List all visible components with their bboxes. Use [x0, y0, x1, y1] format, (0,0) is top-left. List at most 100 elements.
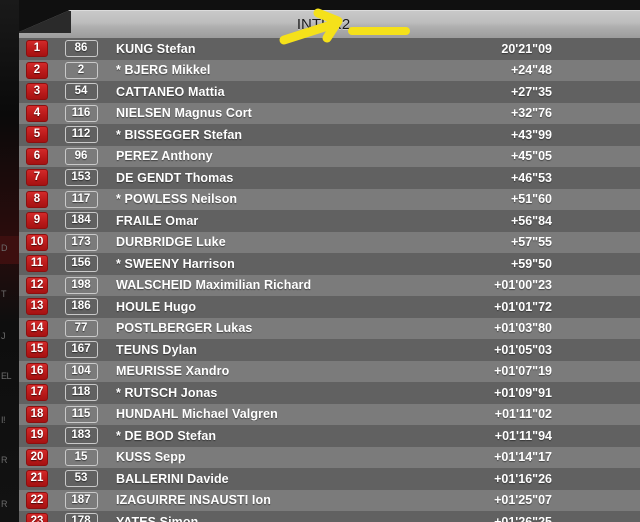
rider-time: +01'09"91 [494, 385, 552, 400]
table-row[interactable]: 13 186 HOULE Hugo +01'01"72 [19, 296, 640, 318]
rank-badge: 5 [26, 126, 48, 144]
table-row[interactable]: 8 117 * POWLESS Neilson +51"60 [19, 188, 640, 210]
rank-badge: 11 [26, 255, 48, 273]
bib-cell: 53 [55, 470, 107, 488]
table-row[interactable]: 5 112 * BISSEGGER Stefan +43"99 [19, 124, 640, 146]
table-row[interactable]: 6 96 PEREZ Anthony +45"05 [19, 145, 640, 167]
bib-cell: 54 [55, 83, 107, 101]
table-row[interactable]: 2 2 * BJERG Mikkel +24"48 [19, 59, 640, 81]
bib-cell: 184 [55, 212, 107, 230]
bib-cell: 167 [55, 341, 107, 359]
rank-badge: 16 [26, 362, 48, 380]
bib-cell: 77 [55, 319, 107, 337]
table-row[interactable]: 3 54 CATTANEO Mattia +27"35 [19, 81, 640, 103]
rank-cell: 11 [19, 255, 55, 273]
table-row[interactable]: 19 183 * DE BOD Stefan +01'11"94 [19, 425, 640, 447]
table-row[interactable]: 15 167 TEUNS Dylan +01'05"03 [19, 339, 640, 361]
rider-name: * DE BOD Stefan [116, 428, 217, 443]
rank-badge: 4 [26, 104, 48, 122]
bib-cell: 117 [55, 190, 107, 208]
rank-badge: 7 [26, 169, 48, 187]
bib-badge: 15 [64, 448, 98, 466]
background-text-fragment: R [1, 456, 8, 465]
bib-cell: 2 [55, 61, 107, 79]
rider-name: BALLERINI Davide [116, 471, 229, 486]
table-row[interactable]: 14 77 POSTLBERGER Lukas +01'03"80 [19, 317, 640, 339]
bib-cell: 198 [55, 276, 107, 294]
rider-name: NIELSEN Magnus Cort [116, 106, 252, 121]
bib-cell: 115 [55, 405, 107, 423]
table-row[interactable]: 21 53 BALLERINI Davide +01'16"26 [19, 468, 640, 490]
rank-cell: 14 [19, 319, 55, 337]
bib-cell: 118 [55, 384, 107, 402]
rider-time: +01'05"03 [494, 342, 552, 357]
rider-name: TEUNS Dylan [116, 342, 197, 357]
background-text-fragment: EL [1, 372, 12, 381]
table-row[interactable]: 10 173 DURBRIDGE Luke +57"55 [19, 231, 640, 253]
rider-name: * SWEENY Harrison [116, 256, 235, 271]
rank-cell: 7 [19, 169, 55, 187]
table-row[interactable]: 9 184 FRAILE Omar +56"84 [19, 210, 640, 232]
rider-name: * BJERG Mikkel [116, 63, 211, 78]
rider-name: CATTANEO Mattia [116, 84, 225, 99]
bib-cell: 116 [55, 104, 107, 122]
rider-time: +27"35 [510, 84, 552, 99]
table-row[interactable]: 7 153 DE GENDT Thomas +46"53 [19, 167, 640, 189]
table-row[interactable]: 20 15 KUSS Sepp +01'14"17 [19, 446, 640, 468]
rider-time: +01'07"19 [494, 364, 552, 379]
table-row[interactable]: 11 156 * SWEENY Harrison +59"50 [19, 253, 640, 275]
rank-cell: 23 [19, 513, 55, 522]
rank-cell: 4 [19, 104, 55, 122]
rank-cell: 3 [19, 83, 55, 101]
rank-cell: 16 [19, 362, 55, 380]
table-row[interactable]: 12 198 WALSCHEID Maximilian Richard +01'00"… [19, 274, 640, 296]
table-row[interactable]: 22 187 IZAGUIRRE INSAUSTI Ion +01'25"07 [19, 489, 640, 511]
background-text-fragment: D [1, 244, 8, 253]
rank-badge: 19 [26, 427, 48, 445]
table-row[interactable]: 1 86 KUNG Stefan 20'21"09 [19, 38, 640, 60]
rank-badge: 22 [26, 491, 48, 509]
rank-cell: 21 [19, 470, 55, 488]
rank-cell: 8 [19, 190, 55, 208]
table-row[interactable]: 18 115 HUNDAHL Michael Valgren +01'11"02 [19, 403, 640, 425]
bib-cell: 112 [55, 126, 107, 144]
rider-name: IZAGUIRRE INSAUSTI Ion [116, 493, 271, 508]
bib-badge: 77 [64, 319, 98, 337]
rider-time: +24"48 [510, 63, 552, 78]
rank-badge: 20 [26, 448, 48, 466]
table-row[interactable]: 17 118 * RUTSCH Jonas +01'09"91 [19, 382, 640, 404]
bib-cell: 96 [55, 147, 107, 165]
rider-time: +01'01"72 [494, 299, 552, 314]
rank-cell: 18 [19, 405, 55, 423]
rider-name: HOULE Hugo [116, 299, 197, 314]
rider-time: +01'25"07 [494, 493, 552, 508]
bib-badge: 96 [64, 147, 98, 165]
rank-cell: 9 [19, 212, 55, 230]
page-title: INTER2 [296, 15, 351, 33]
rank-cell: 2 [19, 61, 55, 79]
rider-time: +32"76 [510, 106, 552, 121]
rider-time: +59"50 [510, 256, 552, 271]
rider-time: +45"05 [510, 149, 552, 164]
rank-badge: 18 [26, 405, 48, 423]
rider-name: WALSCHEID Maximilian Richard [116, 278, 312, 293]
rank-badge: 23 [26, 513, 48, 522]
rider-name: POSTLBERGER Lukas [116, 321, 253, 336]
table-row[interactable]: 16 104 MEURISSE Xandro +01'07"19 [19, 360, 640, 382]
rider-time: +56"84 [510, 213, 552, 228]
bib-badge: 167 [64, 341, 98, 359]
bib-cell: 178 [55, 513, 107, 522]
bib-badge: 184 [64, 212, 98, 230]
rank-badge: 17 [26, 384, 48, 402]
rank-badge: 3 [26, 83, 48, 101]
table-row[interactable]: 4 116 NIELSEN Magnus Cort +32"76 [19, 102, 640, 124]
rank-cell: 10 [19, 233, 55, 251]
table-row[interactable]: 23 178 YATES Simon +01'26"25 [19, 511, 640, 522]
rank-cell: 13 [19, 298, 55, 316]
bib-cell: 153 [55, 169, 107, 187]
bib-badge: 118 [64, 384, 98, 402]
rider-time: +43"99 [510, 127, 552, 142]
rank-cell: 5 [19, 126, 55, 144]
bib-badge: 117 [64, 190, 98, 208]
rider-name: YATES Simon [116, 514, 199, 522]
